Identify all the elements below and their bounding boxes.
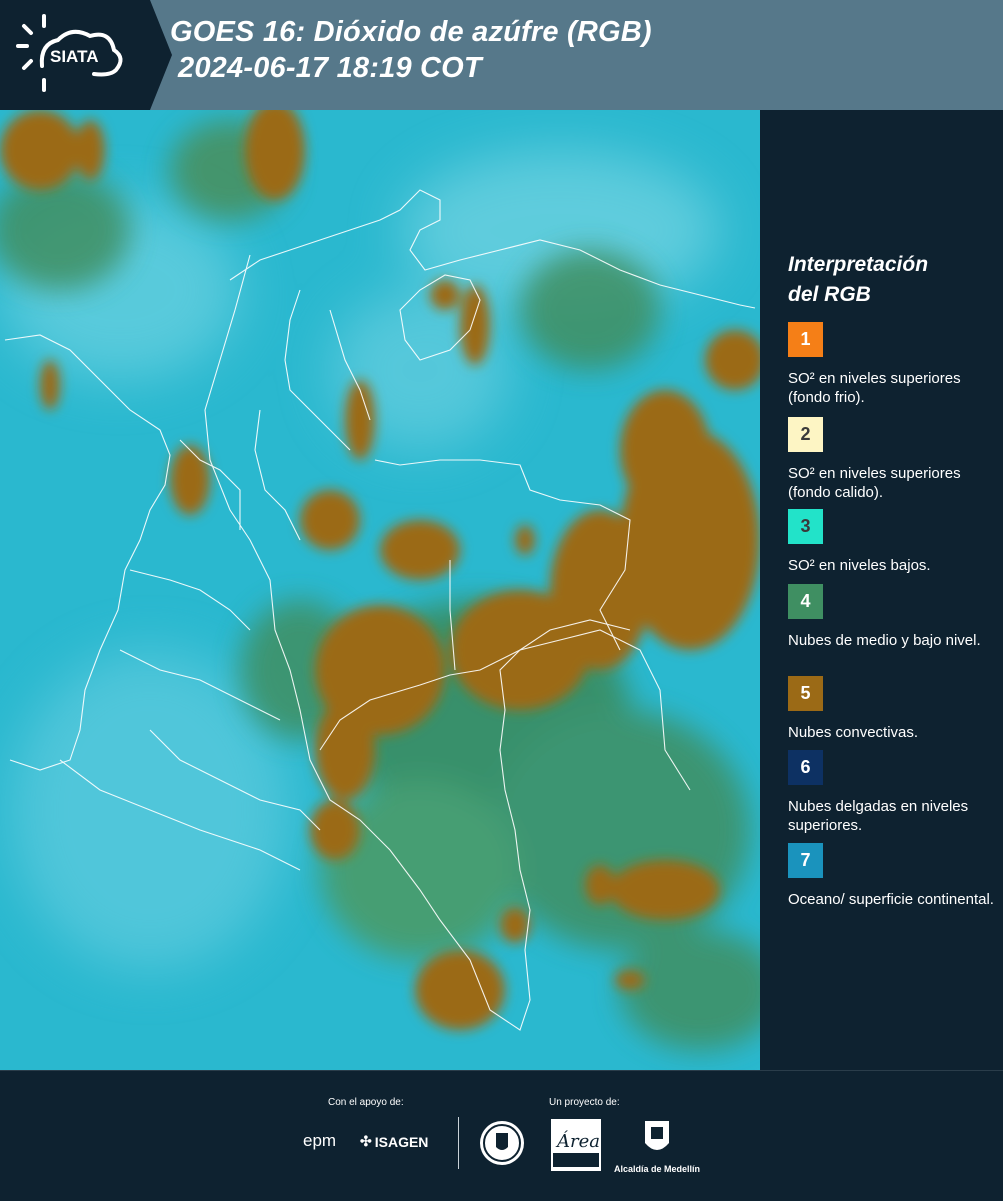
support-label: Con el apoyo de:	[328, 1097, 404, 1108]
legend-label: Nubes convectivas.	[788, 724, 919, 741]
legend-panel: Interpretación del RGB 1 SO² en niveles …	[760, 110, 1003, 1070]
legend-swatch: 6	[788, 750, 823, 785]
title-line-2: 2024-06-17 18:19 COT	[178, 52, 482, 84]
project-label: Un proyecto de:	[549, 1097, 620, 1108]
legend-swatch: 1	[788, 322, 823, 357]
legend-item-6: 6 Nubes delgadas en niveles superiores.	[788, 750, 998, 835]
header: SIATA GOES 16: Dióxido de azúfre (RGB) 2…	[0, 0, 1003, 110]
epm-logo: epm	[303, 1131, 337, 1150]
alcaldia-label: Alcaldía de Medellín	[613, 1164, 701, 1174]
legend-swatch: 4	[788, 584, 823, 619]
legend-title: Interpretación del RGB	[788, 253, 929, 306]
legend-item-2: 2 SO² en niveles superiores (fondo calid…	[788, 417, 998, 502]
area-metropolitana-mark: Área	[551, 1119, 601, 1171]
satellite-image	[0, 110, 760, 1070]
legend-item-5: 5 Nubes convectivas.	[788, 676, 998, 742]
footer: Con el apoyo de: Un proyecto de: epm ✣ I…	[0, 1070, 1003, 1201]
alcaldia-medellin-logo: Alcaldía de Medellín	[612, 1119, 702, 1174]
title-line-1: GOES 16: Dióxido de azúfre (RGB)	[170, 16, 652, 48]
legend-label: SO² en niveles superiores (fondo frio).	[788, 370, 961, 406]
legend-item-7: 7 Oceano/ superficie continental.	[788, 843, 998, 909]
legend-label: SO² en niveles superiores (fondo calido)…	[788, 465, 961, 501]
legend-item-1: 1 SO² en niveles superiores (fondo frio)…	[788, 322, 998, 407]
medellin-seal-icon	[480, 1121, 524, 1165]
legend-item-3: 3 SO² en niveles bajos.	[788, 509, 998, 575]
isagen-mark-icon: ✣	[360, 1133, 372, 1149]
isagen-logo: ✣ ISAGEN	[360, 1133, 429, 1150]
svg-text:SIATA: SIATA	[50, 47, 98, 66]
legend-swatch: 7	[788, 843, 823, 878]
footer-divider	[458, 1117, 459, 1169]
logo-arrow	[150, 0, 172, 110]
legend-swatch: 5	[788, 676, 823, 711]
satellite-map	[0, 110, 760, 1070]
svg-text:Área: Área	[555, 1129, 600, 1152]
page-title: GOES 16: Dióxido de azúfre (RGB) 2024-06…	[170, 14, 652, 86]
legend-label: Nubes delgadas en niveles superiores.	[788, 798, 969, 834]
area-metropolitana-logo: Área	[551, 1119, 601, 1171]
legend-label: Oceano/ superficie continental.	[788, 891, 994, 908]
legend-swatch: 3	[788, 509, 823, 544]
alcaldia-shield-icon	[645, 1121, 669, 1150]
legend-swatch: 2	[788, 417, 823, 452]
siata-logo-icon: SIATA	[16, 14, 123, 92]
legend-label: Nubes de medio y bajo nivel.	[788, 632, 981, 649]
legend-label: SO² en niveles bajos.	[788, 557, 931, 574]
siata-logo-block: SIATA	[0, 0, 150, 110]
legend-item-4: 4 Nubes de medio y bajo nivel.	[788, 584, 998, 650]
